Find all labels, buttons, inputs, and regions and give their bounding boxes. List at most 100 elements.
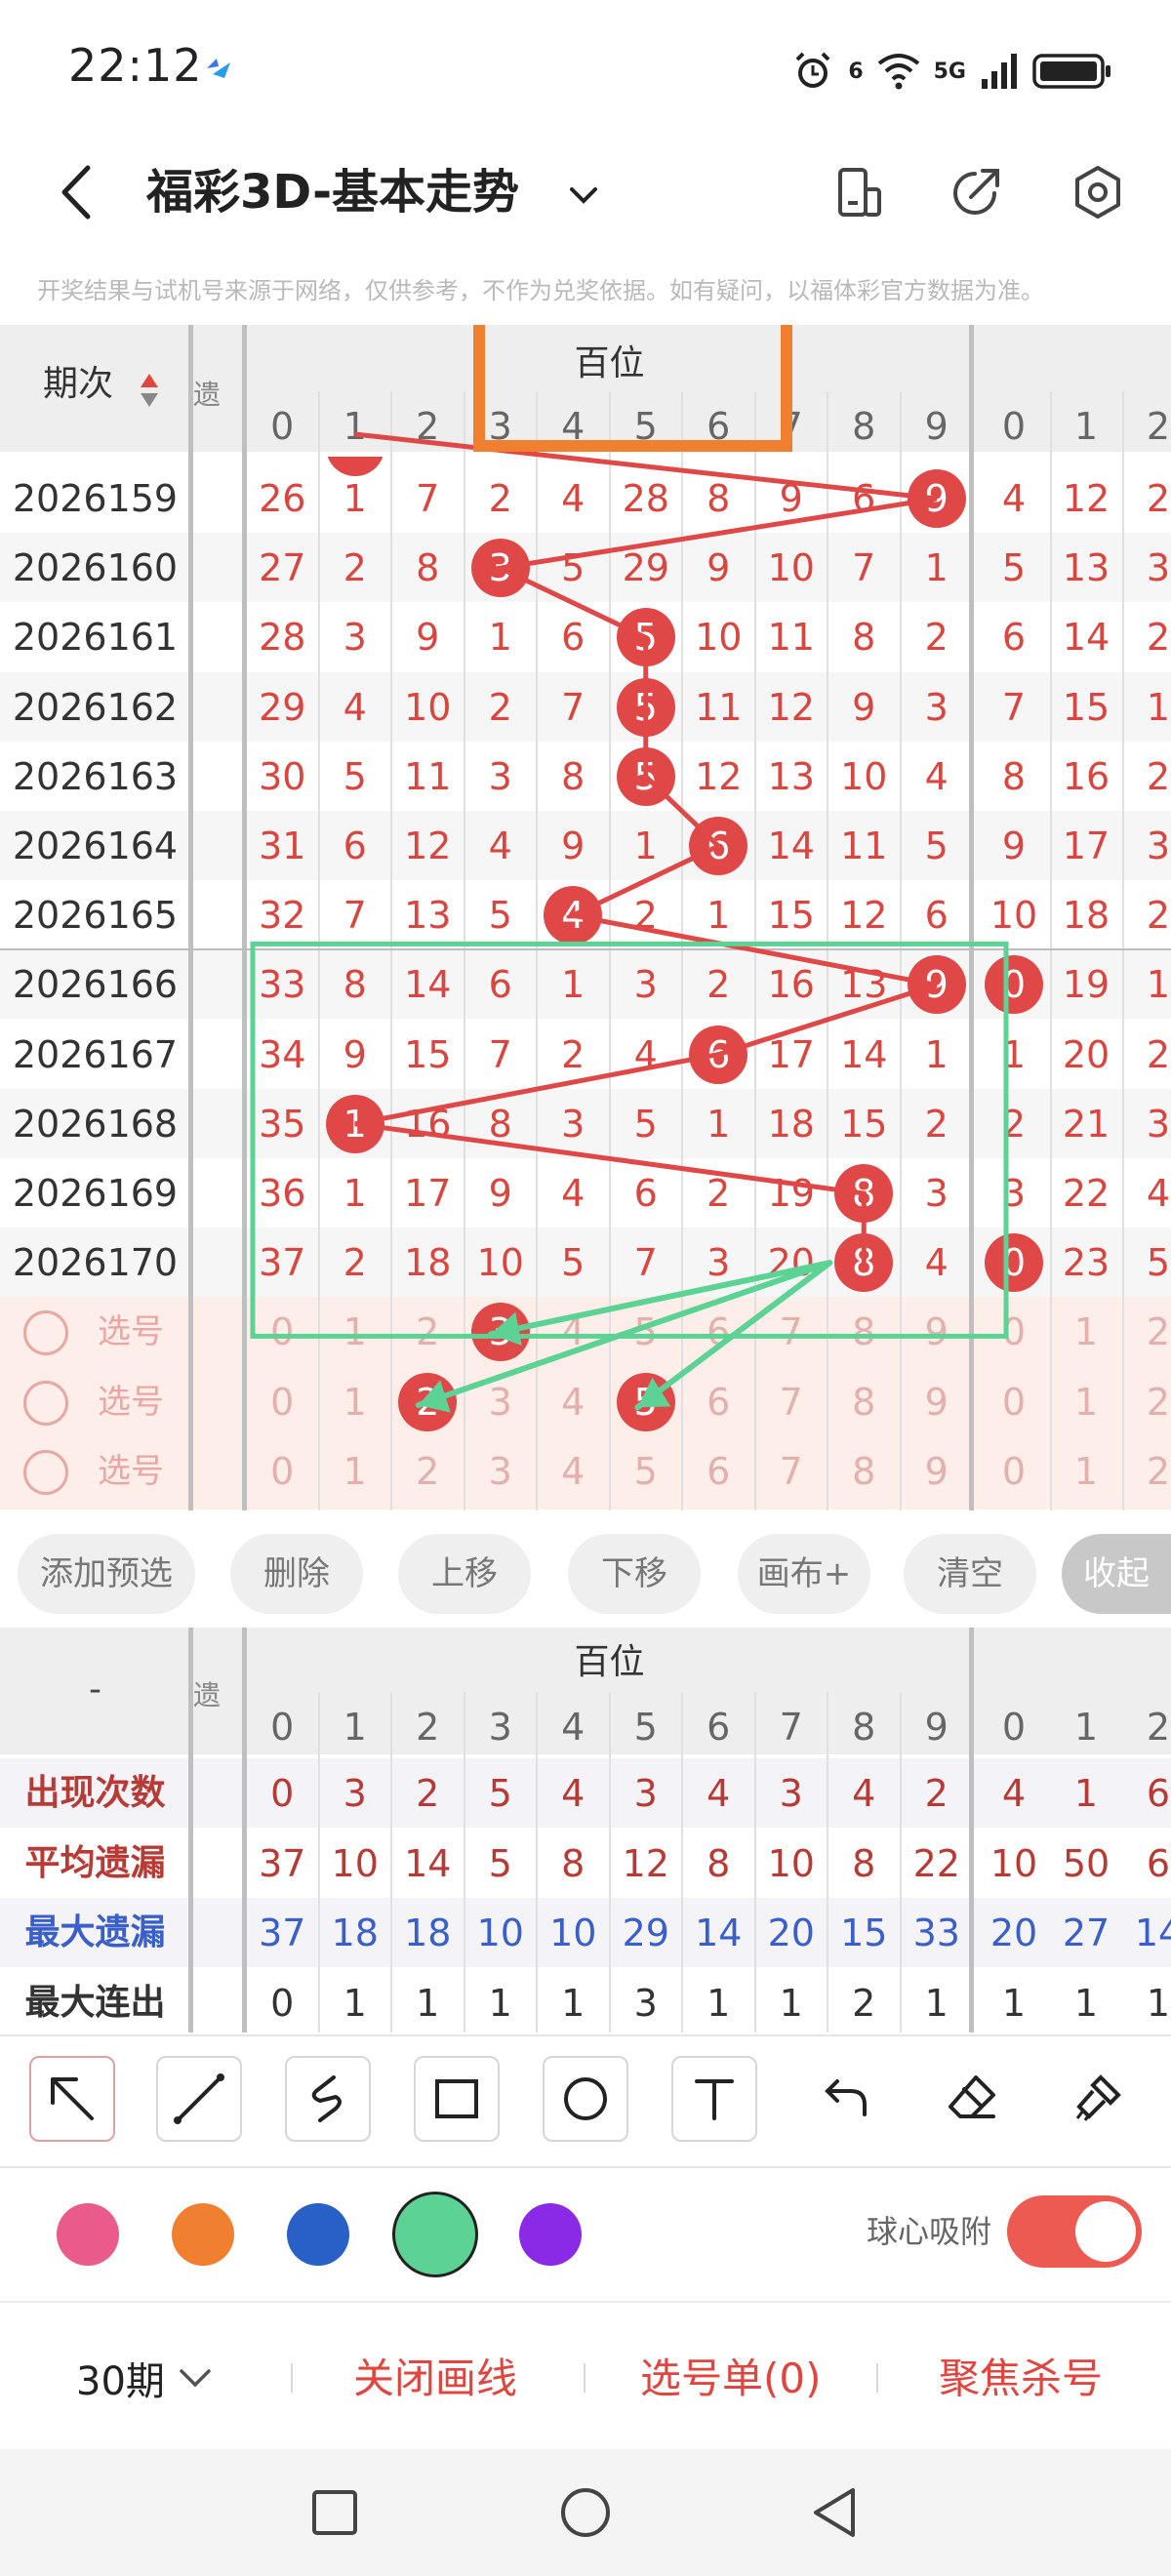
picked-ball[interactable]: 5	[616, 1372, 675, 1431]
rectangle-icon	[435, 2079, 478, 2118]
miss-value: 37	[259, 1241, 306, 1285]
action-button-0[interactable]: 添加预选	[18, 1534, 195, 1614]
focus-kill-button[interactable]: 聚焦杀号	[939, 2346, 1103, 2405]
next-position-value: 2	[1146, 1032, 1171, 1076]
next-position-value: 15	[1062, 685, 1110, 729]
miss-value: 4	[561, 477, 586, 520]
battery-icon	[1032, 54, 1110, 89]
color-pink[interactable]	[57, 2203, 119, 2266]
layout-switch-icon[interactable]	[825, 158, 893, 226]
miss-tab[interactable]: 遗	[193, 1674, 221, 1713]
period-header[interactable]: 期次	[0, 349, 156, 420]
brush-icon	[1075, 2074, 1121, 2121]
hit-ball[interactable]: 4	[544, 886, 603, 946]
stats-value: 10	[549, 1912, 597, 1954]
back-triangle-icon[interactable]	[808, 2486, 861, 2539]
hit-ball[interactable]: 5	[616, 746, 675, 806]
hit-ball[interactable]: 1	[325, 1094, 384, 1153]
color-blue[interactable]	[287, 2203, 349, 2266]
sort-icon[interactable]	[139, 372, 160, 409]
next-position-hit-ball[interactable]: 0	[985, 955, 1043, 1015]
select-digit: 0	[1001, 1380, 1027, 1424]
share-icon[interactable]	[942, 158, 1010, 226]
stats-value: 3	[633, 1981, 658, 2025]
miss-value: 3	[343, 616, 367, 660]
action-button-1[interactable]: 删除	[230, 1534, 363, 1614]
stats-value: 4	[707, 1772, 731, 1815]
select-arrow-tool[interactable]	[29, 2056, 115, 2142]
digit-header: 4	[561, 405, 586, 448]
digit-header: 3	[488, 405, 512, 448]
chevron-down-icon[interactable]	[176, 2363, 215, 2393]
stats-value: 33	[912, 1912, 960, 1954]
stats-value: 1	[1001, 1981, 1027, 2025]
circle-tool[interactable]	[543, 2056, 628, 2142]
select-digit: 6	[707, 1450, 731, 1494]
stats-value: 1	[779, 1981, 803, 2025]
undo-button[interactable]	[800, 2056, 886, 2142]
hit-ball[interactable]: 9	[907, 955, 966, 1015]
miss-value: 2	[343, 1241, 367, 1285]
stats-value: 37	[259, 1841, 306, 1885]
next-position-hit-ball[interactable]: 0	[985, 1233, 1043, 1293]
color-green-selected[interactable]	[392, 2192, 478, 2277]
action-button-3[interactable]: 下移	[568, 1534, 701, 1614]
action-button-2[interactable]: 上移	[398, 1534, 531, 1614]
chevron-down-icon[interactable]	[564, 176, 603, 215]
snap-to-center-toggle[interactable]	[1007, 2195, 1142, 2268]
stats-table: - 遗百位 0 1 2 3 4 5 6 7 8 9 0 1 2 出现次数 0 3 2 5 4 3 4 3 4 2 4 1 6 平均遗漏 37…	[0, 1628, 1171, 2037]
select-digit: 0	[1001, 1450, 1027, 1494]
pick-list-button[interactable]: 选号单(0)	[640, 2346, 822, 2405]
stats-value: 0	[270, 1772, 295, 1815]
select-digit: 5	[633, 1310, 658, 1354]
miss-value: 1	[633, 825, 658, 867]
curve-tool[interactable]	[285, 2056, 371, 2142]
hit-ball[interactable]: 9	[907, 469, 966, 528]
hit-ball[interactable]: 8	[834, 1164, 894, 1223]
curve-icon	[311, 2075, 342, 2122]
eraser-button[interactable]	[929, 2056, 1015, 2142]
home-circle-icon[interactable]	[559, 2486, 612, 2539]
miss-value: 4	[488, 825, 512, 867]
hit-ball[interactable]: 6	[689, 817, 748, 875]
action-button-6[interactable]: 收起	[1062, 1534, 1171, 1614]
miss-value: 6	[343, 825, 367, 867]
select-label: 选号	[98, 1382, 164, 1422]
hit-ball[interactable]: 5	[616, 608, 675, 667]
rectangle-tool[interactable]	[414, 2056, 500, 2142]
digit-header: 2	[1146, 1706, 1171, 1749]
period-count-select[interactable]: 30期	[76, 2350, 165, 2406]
select-digit: 8	[852, 1310, 876, 1354]
miss-value: 7	[852, 546, 876, 590]
line-tool[interactable]	[156, 2056, 242, 2142]
hit-ball[interactable]: 6	[689, 1025, 748, 1084]
miss-value: 4	[561, 1172, 586, 1215]
hit-ball[interactable]: 3	[470, 539, 530, 598]
clear-canvas-button[interactable]	[1054, 2056, 1140, 2142]
next-position-value: 20	[1062, 1032, 1110, 1076]
miss-tab[interactable]: 遗	[193, 374, 221, 413]
stats-value: 4	[852, 1772, 876, 1815]
settings-icon[interactable]	[1064, 158, 1132, 226]
picked-ball[interactable]: 3	[470, 1303, 530, 1362]
color-purple[interactable]	[519, 2203, 582, 2266]
miss-value: 15	[404, 1032, 452, 1076]
page-title[interactable]: 福彩3D-基本走势	[146, 158, 519, 226]
miss-value: 7	[561, 685, 586, 729]
text-tool[interactable]	[671, 2056, 757, 2142]
stats-row-label: 最大连出	[24, 1982, 166, 2023]
recents-square-icon[interactable]	[310, 2488, 359, 2537]
next-position-value: 3	[1146, 1102, 1171, 1146]
select-digit: 7	[779, 1450, 803, 1494]
hit-ball[interactable]: 5	[616, 677, 675, 737]
back-arrow-icon[interactable]	[49, 158, 107, 226]
close-lines-button[interactable]: 关闭画线	[353, 2346, 517, 2405]
select-radio[interactable]	[23, 1380, 68, 1426]
select-digit: 0	[1001, 1310, 1027, 1354]
color-orange[interactable]	[172, 2203, 234, 2266]
picked-ball[interactable]: 2	[398, 1372, 458, 1431]
action-button-4[interactable]: 画布+	[738, 1534, 870, 1614]
next-position-value: 2	[1001, 1102, 1027, 1146]
miss-value: 8	[343, 963, 367, 1007]
action-button-5[interactable]: 清空	[904, 1534, 1036, 1614]
